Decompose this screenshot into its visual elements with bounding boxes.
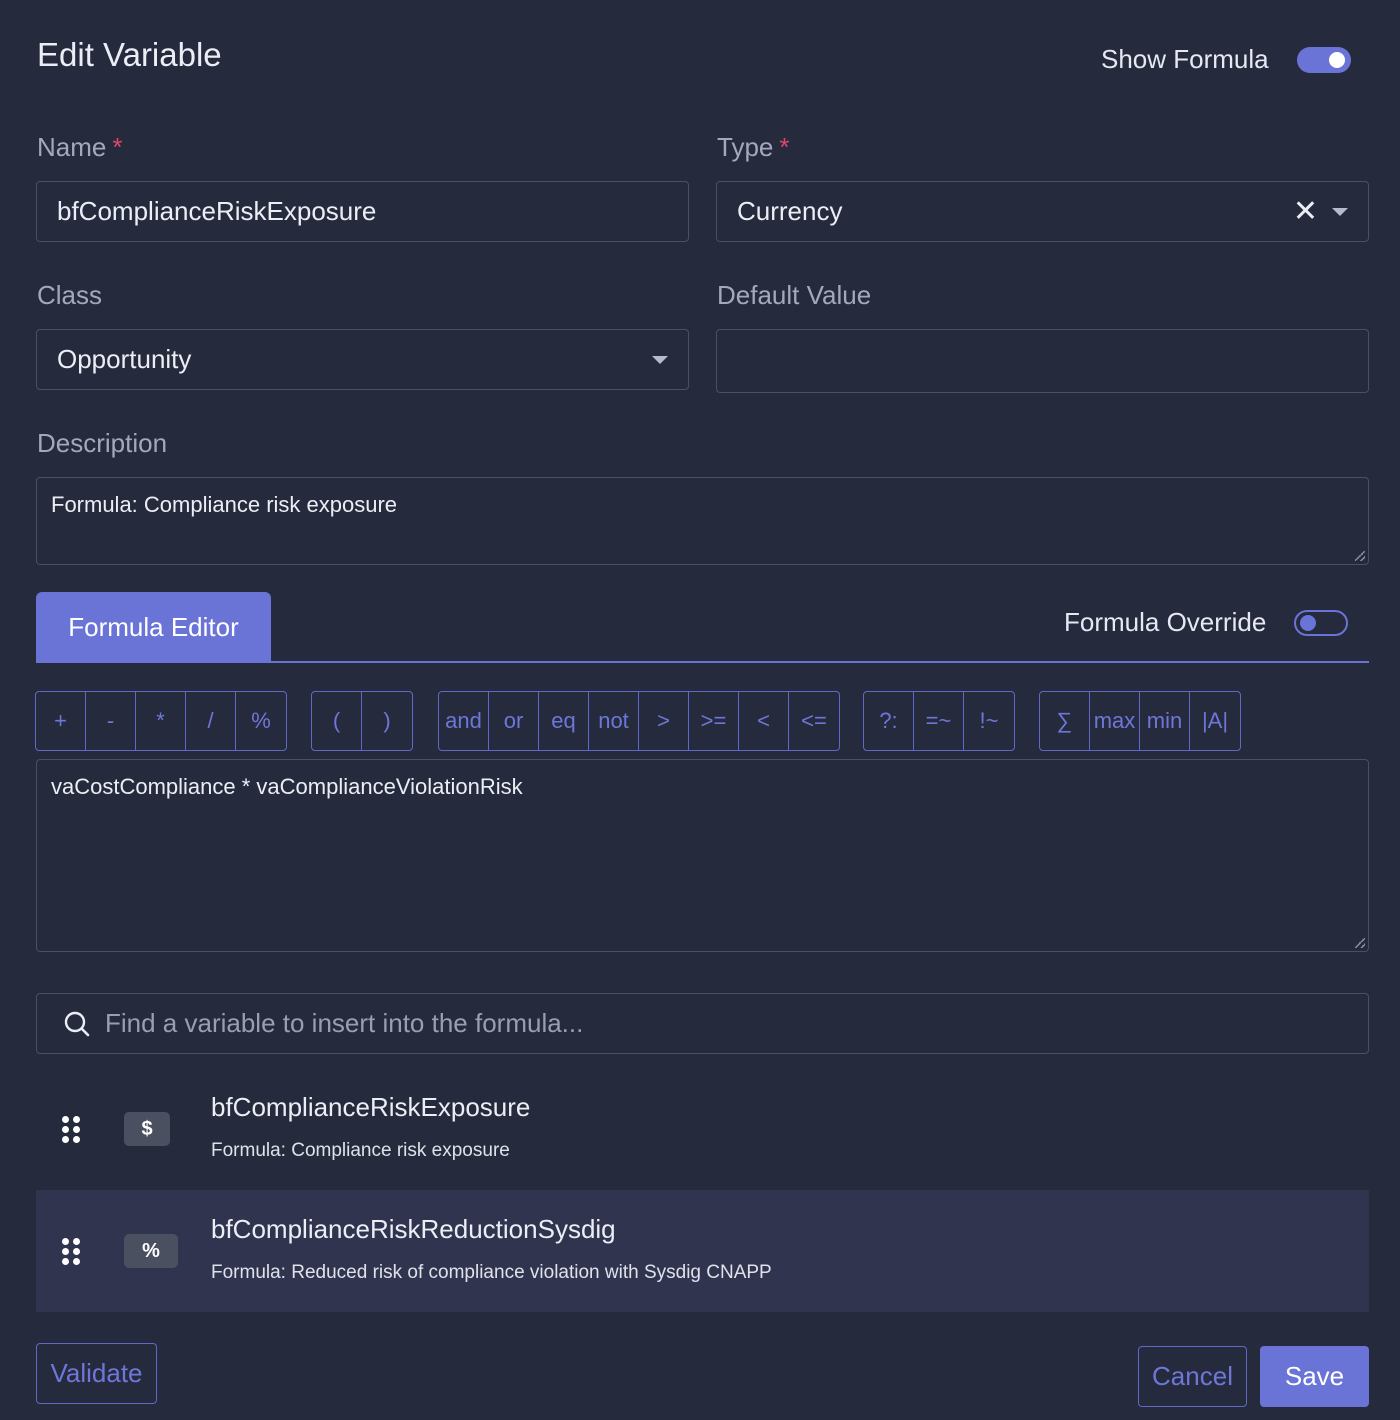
- operator-button-open-paren[interactable]: (: [312, 692, 362, 750]
- default-value-input[interactable]: [716, 329, 1369, 393]
- operator-group-parens: ( ): [311, 691, 413, 751]
- operator-button-multiply[interactable]: *: [136, 692, 186, 750]
- variable-search-input[interactable]: Find a variable to insert into the formu…: [36, 993, 1369, 1054]
- description-label: Description: [37, 428, 168, 458]
- operator-group-conditional: ?: =~ !~: [863, 691, 1015, 751]
- operator-button-max[interactable]: max: [1090, 692, 1140, 750]
- class-select-value: Opportunity: [57, 344, 192, 374]
- resize-handle-icon[interactable]: [1355, 551, 1365, 561]
- tab-formula-editor[interactable]: Formula Editor: [36, 592, 271, 663]
- currency-type-badge: $: [124, 1112, 170, 1146]
- operator-button-sum[interactable]: ∑: [1040, 692, 1090, 750]
- formula-override-toggle[interactable]: [1294, 609, 1349, 636]
- formula-override-label: Formula Override: [1064, 607, 1267, 637]
- operator-button-lte[interactable]: <=: [789, 692, 839, 750]
- operator-button-or[interactable]: or: [489, 692, 539, 750]
- formula-override-control: Formula Override: [1064, 607, 1349, 638]
- variable-name: bfComplianceRiskReductionSysdig: [211, 1214, 616, 1244]
- class-select[interactable]: Opportunity: [36, 329, 689, 390]
- operator-button-gt[interactable]: >: [639, 692, 689, 750]
- required-mark: *: [779, 132, 790, 162]
- default-value-label: Default Value: [717, 280, 872, 310]
- name-input[interactable]: bfComplianceRiskExposure: [36, 181, 689, 242]
- percent-type-badge: %: [124, 1234, 178, 1268]
- type-select-value: Currency: [737, 196, 843, 226]
- search-icon: [64, 1011, 90, 1036]
- required-mark: *: [112, 132, 123, 162]
- formula-expression-text: vaCostCompliance * vaComplianceViolation…: [51, 774, 523, 799]
- name-input-value: bfComplianceRiskExposure: [57, 196, 377, 226]
- validate-button[interactable]: Validate: [36, 1343, 157, 1404]
- show-formula-toggle[interactable]: [1296, 46, 1351, 73]
- operator-button-modulo[interactable]: %: [236, 692, 286, 750]
- chevron-down-icon: [1332, 207, 1348, 216]
- resize-handle-icon[interactable]: [1355, 938, 1365, 948]
- variable-name: bfComplianceRiskExposure: [211, 1092, 531, 1122]
- save-button[interactable]: Save: [1260, 1346, 1369, 1407]
- drag-handle-icon[interactable]: [62, 1116, 80, 1144]
- operator-button-plus[interactable]: +: [36, 692, 86, 750]
- operator-button-divide[interactable]: /: [186, 692, 236, 750]
- operator-button-close-paren[interactable]: ): [362, 692, 412, 750]
- description-textarea[interactable]: Formula: Compliance risk exposure: [36, 477, 1369, 565]
- type-label-text: Type: [717, 132, 774, 162]
- operator-group-functions: ∑ max min |A|: [1039, 691, 1241, 751]
- cancel-button[interactable]: Cancel: [1138, 1346, 1247, 1407]
- operator-button-match[interactable]: =~: [914, 692, 964, 750]
- type-label: Type *: [717, 132, 790, 163]
- name-label: Name *: [37, 132, 122, 163]
- clear-icon[interactable]: ✕: [1293, 196, 1318, 227]
- chevron-down-icon: [652, 355, 668, 364]
- dialog-title: Edit Variable: [37, 36, 222, 73]
- show-formula-label: Show Formula: [1101, 44, 1269, 74]
- formula-textarea[interactable]: vaCostCompliance * vaComplianceViolation…: [36, 759, 1369, 952]
- operator-button-not-match[interactable]: !~: [964, 692, 1014, 750]
- operator-button-ternary[interactable]: ?:: [864, 692, 914, 750]
- list-item[interactable]: $ bfComplianceRiskExposure Formula: Comp…: [36, 1068, 1369, 1190]
- variable-description: Formula: Compliance risk exposure: [211, 1140, 510, 1161]
- search-placeholder: Find a variable to insert into the formu…: [105, 1008, 584, 1038]
- operator-button-and[interactable]: and: [439, 692, 489, 750]
- show-formula-control: Show Formula: [1101, 44, 1351, 75]
- operator-button-eq[interactable]: eq: [539, 692, 589, 750]
- operator-group-arithmetic: + - * / %: [35, 691, 287, 751]
- variable-description: Formula: Reduced risk of compliance viol…: [211, 1262, 772, 1283]
- operator-button-min[interactable]: min: [1140, 692, 1190, 750]
- operator-button-not[interactable]: not: [589, 692, 639, 750]
- description-text: Formula: Compliance risk exposure: [51, 492, 398, 517]
- drag-handle-icon[interactable]: [62, 1238, 80, 1266]
- operator-button-gte[interactable]: >=: [689, 692, 739, 750]
- list-item[interactable]: % bfComplianceRiskReductionSysdig Formul…: [36, 1190, 1369, 1312]
- class-label: Class: [37, 280, 103, 310]
- operator-button-minus[interactable]: -: [86, 692, 136, 750]
- name-label-text: Name: [37, 132, 107, 162]
- tab-underline: [36, 661, 1369, 663]
- operator-button-abs[interactable]: |A|: [1190, 692, 1240, 750]
- type-select[interactable]: Currency ✕: [716, 181, 1369, 242]
- operator-group-logic: and or eq not > >= < <=: [438, 691, 840, 751]
- operator-button-lt[interactable]: <: [739, 692, 789, 750]
